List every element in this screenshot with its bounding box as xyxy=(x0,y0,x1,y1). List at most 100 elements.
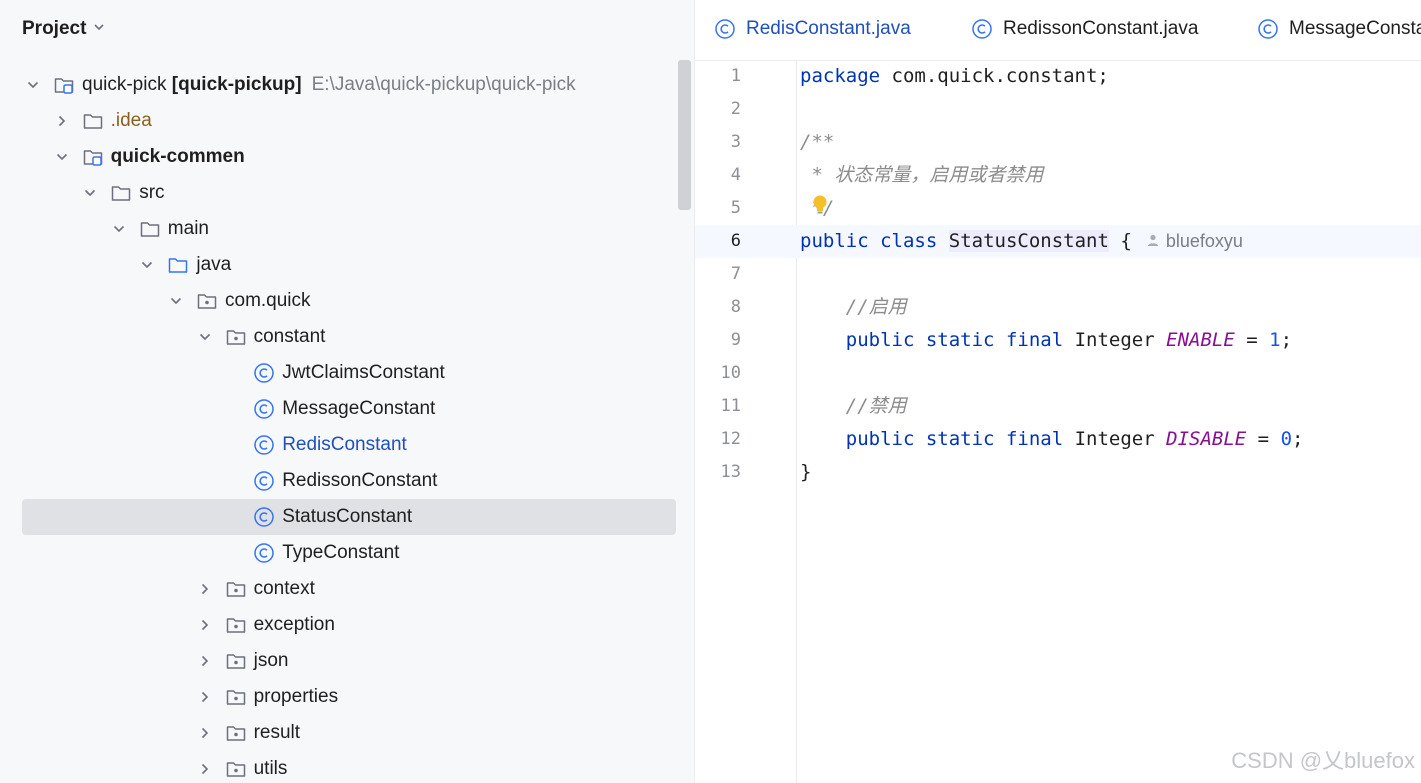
chevron-right-icon[interactable] xyxy=(198,654,212,668)
code-token: 0 xyxy=(1280,428,1293,450)
chevron-down-icon[interactable] xyxy=(169,294,183,308)
tree-item-label: src xyxy=(139,182,165,203)
tree-item-label: properties xyxy=(253,686,339,707)
code-line[interactable]: 3 /** xyxy=(695,126,1421,159)
class-icon xyxy=(254,435,274,455)
chevron-down-icon[interactable] xyxy=(26,78,40,92)
tree-item[interactable]: RedissonConstant xyxy=(0,463,694,499)
tree-item[interactable]: src xyxy=(0,175,694,211)
tree-item[interactable]: MessageConstant xyxy=(0,391,694,427)
line-number: 4 xyxy=(730,165,741,185)
tree-item-label: MessageConstant xyxy=(282,398,436,419)
code-line[interactable]: 12 public static final Integer DISABLE =… xyxy=(695,423,1421,456)
code-token: 1 xyxy=(1269,329,1281,351)
tree-item-label: RedissonConstant xyxy=(282,470,438,491)
chevron-right-icon[interactable] xyxy=(198,618,212,632)
tree-item[interactable]: json xyxy=(0,643,694,679)
chevron-down-icon[interactable] xyxy=(55,150,69,164)
class-icon xyxy=(254,363,274,383)
tree-item[interactable]: java xyxy=(0,247,694,283)
package-icon xyxy=(226,330,245,345)
chevron-down-icon[interactable] xyxy=(112,222,126,236)
tree-item[interactable]: result xyxy=(0,715,694,751)
tree-item[interactable]: TypeConstant xyxy=(0,535,694,571)
class-icon xyxy=(715,19,735,39)
code-line[interactable]: 13} xyxy=(695,456,1421,489)
tree-item-label: result xyxy=(253,722,301,743)
chevron-right-icon[interactable] xyxy=(198,726,212,740)
tree-item[interactable]: RedisConstant xyxy=(0,427,694,463)
watermark: CSDN @乂bluefox xyxy=(1231,748,1415,773)
tree-item-label: TypeConstant xyxy=(282,542,400,563)
tree-item[interactable]: utils xyxy=(0,751,694,783)
chevron-right-icon[interactable] xyxy=(198,762,212,776)
code-token: static xyxy=(925,329,995,351)
code-line[interactable]: 1 package com.quick.constant; xyxy=(695,60,1421,93)
code-token: package xyxy=(800,65,881,87)
chevron-down-icon[interactable] xyxy=(92,20,106,34)
tree-item-label: JwtClaimsConstant xyxy=(282,362,445,383)
line-number: 1 xyxy=(730,66,741,86)
code-token: = xyxy=(1257,428,1270,450)
code-line[interactable]: 10 xyxy=(695,357,1421,390)
project-panel-title[interactable]: Project xyxy=(22,18,86,40)
code-text: * 状态常量，启用或者禁用 xyxy=(800,159,1043,192)
tree-item-label: .idea xyxy=(110,110,152,131)
folder-icon xyxy=(83,114,102,129)
folder-icon xyxy=(140,222,160,237)
chevron-down-icon[interactable] xyxy=(198,330,212,344)
person-icon xyxy=(1147,234,1159,246)
tree-item-label: java xyxy=(196,254,232,275)
code-line[interactable]: 5 */ xyxy=(695,192,1421,225)
chevron-right-icon[interactable] xyxy=(198,690,212,704)
tree-item-label: StatusConstant xyxy=(282,506,413,527)
tree-item[interactable]: context xyxy=(0,571,694,607)
package-icon xyxy=(226,582,245,597)
code-line[interactable]: 11 //禁用 xyxy=(695,390,1421,423)
tree-item-label: exception xyxy=(253,614,335,635)
chevron-right-icon[interactable] xyxy=(198,582,212,596)
code-token: final xyxy=(1005,329,1064,351)
code-text: } xyxy=(800,456,811,489)
tree-item[interactable]: JwtClaimsConstant xyxy=(0,355,694,391)
chevron-down-icon[interactable] xyxy=(140,258,154,272)
code-line[interactable]: 4 * 状态常量，启用或者禁用 xyxy=(695,159,1421,192)
package-icon xyxy=(226,654,245,669)
code-line[interactable]: 2 xyxy=(695,93,1421,126)
code-token: public xyxy=(800,329,915,351)
tree-item-label: com.quick xyxy=(225,290,311,311)
tree-item[interactable]: quick-commen xyxy=(0,139,694,175)
package-icon xyxy=(197,294,217,309)
class-icon xyxy=(1258,19,1278,39)
code-token: DISABLE xyxy=(1166,428,1247,450)
tree-scrollbar[interactable] xyxy=(678,60,691,210)
tree-item[interactable]: constant xyxy=(0,319,694,355)
chevron-down-icon[interactable] xyxy=(83,186,97,200)
code-token: public xyxy=(800,428,915,450)
tree-item[interactable]: .idea xyxy=(0,103,694,139)
tree-item[interactable]: properties xyxy=(0,679,694,715)
tree-item[interactable]: main xyxy=(0,211,694,247)
code-line[interactable]: 7 xyxy=(695,258,1421,291)
editor-tab-label: MessageConsta xyxy=(1289,18,1421,39)
code-line[interactable]: 8 //启用 xyxy=(695,291,1421,324)
code-token: class xyxy=(880,230,938,252)
chevron-right-icon[interactable] xyxy=(55,114,69,128)
tree-item[interactable]: quick-pick [quick-pickup] E:\Java\quick-p… xyxy=(0,67,694,103)
code-token: /** xyxy=(800,131,835,153)
tree-item[interactable]: com.quick xyxy=(0,283,694,319)
tree-item[interactable]: exception xyxy=(0,607,694,643)
code-line[interactable]: 6 public class StatusConstant {bluefoxyu xyxy=(695,225,1421,258)
code-text: package com.quick.constant; xyxy=(800,60,1109,93)
tree-item[interactable]: StatusConstant xyxy=(0,499,694,535)
code-token: ENABLE xyxy=(1166,329,1235,351)
code-author-hint[interactable]: bluefoxyu xyxy=(1146,231,1243,251)
lightbulb-icon[interactable] xyxy=(811,194,829,218)
code-line[interactable]: 9 public static final Integer ENABLE = 1… xyxy=(695,324,1421,357)
code-token: ; xyxy=(1292,428,1304,450)
editor-tab-label: RedissonConstant.java xyxy=(1003,18,1199,39)
code-token: //禁用 xyxy=(800,395,907,417)
line-number: 2 xyxy=(730,99,741,119)
package-icon xyxy=(226,726,245,741)
tree-item-label: utils xyxy=(253,758,288,779)
